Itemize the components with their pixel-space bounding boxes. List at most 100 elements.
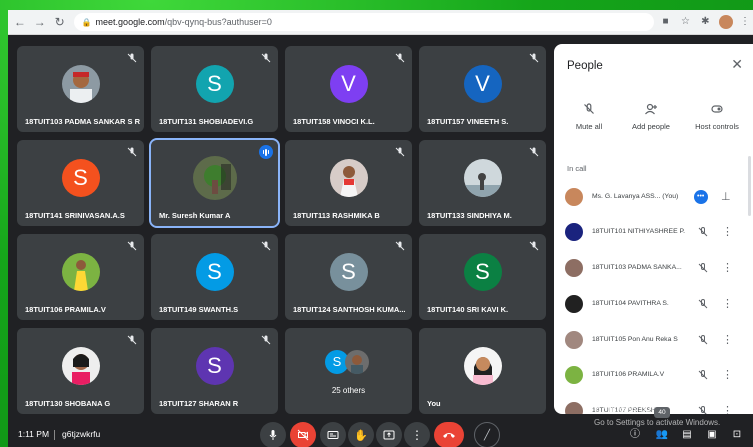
- participant-tile[interactable]: S 18TUIT140 SRI KAVI K.: [419, 234, 546, 320]
- participant-tile[interactable]: V 18TUIT157 VINEETH S.: [419, 46, 546, 132]
- browser-menu-icon[interactable]: ⋮: [737, 14, 753, 30]
- participant-photo: [329, 159, 368, 197]
- add-people-label: Add people: [632, 122, 670, 131]
- present-button[interactable]: [376, 422, 402, 447]
- divider: [54, 430, 55, 440]
- participant-row[interactable]: 18TUIT101 NITHIYASHREE P. ⋮: [554, 214, 753, 250]
- panel-title: People: [567, 60, 603, 72]
- raise-hand-button[interactable]: ✋: [348, 422, 374, 447]
- participant-name: 18TUIT141 SRINIVASAN.A.S: [25, 211, 125, 220]
- meet-window: ← → ↻ 🔒 meet.google.com/qbv-qynq-bus?aut…: [8, 10, 753, 447]
- avatar: [565, 331, 583, 349]
- mic-off-icon: [529, 53, 539, 63]
- host-controls-button[interactable]: Host controls: [682, 102, 752, 131]
- url-host: meet.google.com: [95, 17, 165, 27]
- participant-name: Mr. Suresh Kumar A: [159, 211, 231, 220]
- speaking-indicator-icon: [259, 145, 273, 159]
- mic-off-icon: [698, 405, 707, 414]
- activate-windows-subtext: Go to Settings to activate Windows.: [594, 418, 721, 427]
- captions-button[interactable]: [320, 422, 346, 447]
- participant-row[interactable]: 18TUIT103 PADMA SANKA... ⋮: [554, 250, 753, 286]
- mic-off-icon: [698, 334, 708, 345]
- lock-meeting-icon[interactable]: ⊡: [730, 428, 744, 442]
- mic-off-icon: [529, 241, 539, 251]
- leave-call-button[interactable]: [434, 422, 464, 447]
- participant-row[interactable]: 18TUIT105 Pon Anu Reka S ⋮: [554, 322, 753, 358]
- self-tile[interactable]: You: [419, 328, 546, 414]
- pin-icon[interactable]: ⊥: [721, 190, 731, 203]
- others-photo: [345, 350, 369, 374]
- reload-icon[interactable]: ↻: [52, 14, 68, 30]
- participant-row[interactable]: Ms. G. Lavanya ASS... (You) ••• ⊥: [554, 179, 753, 215]
- more-options-icon[interactable]: ⋮: [722, 225, 733, 238]
- close-icon[interactable]: ✕: [731, 56, 743, 73]
- participant-tile[interactable]: S 18TUIT124 SANTHOSH KUMA...: [285, 234, 412, 320]
- avatar: [565, 223, 583, 241]
- mic-off-icon: [584, 103, 594, 114]
- participant-tile[interactable]: 18TUIT103 PADMA SANKAR S R: [17, 46, 144, 132]
- participant-photo: [61, 347, 100, 385]
- participant-tile[interactable]: S 18TUIT141 SRINIVASAN.A.S: [17, 140, 144, 226]
- participant-tile[interactable]: S 18TUIT149 SWANTH.S: [151, 234, 278, 320]
- address-bar[interactable]: 🔒 meet.google.com/qbv-qynq-bus?authuser=…: [73, 13, 654, 31]
- chat-icon[interactable]: ▤: [680, 428, 694, 442]
- participant-name: 18TUIT158 VINOCI K.L.: [293, 117, 375, 126]
- participant-row[interactable]: 18TUIT104 PAVITHRA S. ⋮: [554, 286, 753, 322]
- back-icon[interactable]: ←: [12, 14, 28, 30]
- participant-tile[interactable]: 18TUIT113 RASHMIKA B: [285, 140, 412, 226]
- meeting-code: g6tjzwkrfu: [62, 429, 101, 439]
- participant-initial-avatar: S: [61, 159, 100, 197]
- captions-icon: [327, 431, 339, 439]
- participant-photo: [61, 253, 100, 291]
- mic-icon: [269, 430, 277, 440]
- mute-all-button[interactable]: Mute all: [554, 102, 624, 131]
- mic-off-icon: [127, 335, 137, 345]
- participant-tile[interactable]: 18TUIT130 SHOBANA G: [17, 328, 144, 414]
- participant-row[interactable]: 18TUIT106 PRAMILA.V ⋮: [554, 357, 753, 393]
- participant-name: 18TUIT149 SWANTH.S: [159, 305, 239, 314]
- participant-name: You: [427, 399, 441, 408]
- add-person-icon: [645, 103, 657, 115]
- more-options-icon[interactable]: ⋮: [722, 368, 733, 381]
- people-icon[interactable]: 👥: [655, 428, 669, 442]
- participant-name: 18TUIT157 VINEETH S.: [427, 117, 509, 126]
- more-options-icon[interactable]: ⋮: [722, 404, 733, 414]
- participant-tile[interactable]: V 18TUIT158 VINOCI K.L.: [285, 46, 412, 132]
- participant-row-name: 18TUIT105 Pon Anu Reka S: [592, 336, 678, 343]
- extensions-icon[interactable]: ✱: [697, 14, 713, 30]
- mute-all-label: Mute all: [575, 122, 603, 131]
- mic-off-icon: [127, 53, 137, 63]
- participant-tile[interactable]: S 18TUIT127 SHARAN R: [151, 328, 278, 414]
- add-people-button[interactable]: Add people: [616, 102, 686, 131]
- forward-icon[interactable]: →: [32, 14, 48, 30]
- camera-off-button[interactable]: [290, 422, 316, 447]
- camera-indicator-icon[interactable]: ■: [658, 14, 674, 30]
- present-screen-icon: [383, 430, 395, 440]
- bookmark-star-icon[interactable]: ☆: [678, 14, 694, 30]
- microphone-button[interactable]: [260, 422, 286, 447]
- browser-toolbar: ← → ↻ 🔒 meet.google.com/qbv-qynq-bus?aut…: [8, 10, 753, 35]
- more-options-icon[interactable]: ⋮: [722, 333, 733, 346]
- activities-icon[interactable]: ▣: [705, 428, 719, 442]
- self-photo: [463, 347, 502, 385]
- mic-off-icon: [261, 53, 271, 63]
- meeting-time: 1:11 PM: [18, 429, 50, 439]
- others-tile[interactable]: S 25 others: [285, 328, 412, 414]
- participant-row-name: 18TUIT101 NITHIYASHREE P.: [592, 228, 686, 235]
- participant-tile[interactable]: S 18TUIT131 SHOBIADEVI.G: [151, 46, 278, 132]
- participant-name: 18TUIT140 SRI KAVI K.: [427, 305, 509, 314]
- participant-tile[interactable]: 18TUIT106 PRAMILA.V: [17, 234, 144, 320]
- participant-tile[interactable]: 18TUIT133 SINDHIYA M.: [419, 140, 546, 226]
- more-options-icon[interactable]: ⋮: [722, 297, 733, 310]
- mic-off-icon: [698, 226, 708, 237]
- info-icon[interactable]: ⓘ: [628, 428, 642, 442]
- pen-icon: ╱: [483, 429, 491, 441]
- more-options-button[interactable]: ⋮: [404, 422, 430, 447]
- profile-avatar[interactable]: [719, 15, 734, 29]
- mic-off-icon: [127, 147, 137, 157]
- participant-name: 18TUIT130 SHOBANA G: [25, 399, 111, 408]
- url-path: /qbv-qynq-bus?authuser=0: [164, 17, 272, 27]
- more-options-icon[interactable]: ⋮: [722, 261, 733, 274]
- participant-tile-active-speaker[interactable]: Mr. Suresh Kumar A: [149, 138, 280, 228]
- participant-initial-avatar: S: [195, 253, 234, 291]
